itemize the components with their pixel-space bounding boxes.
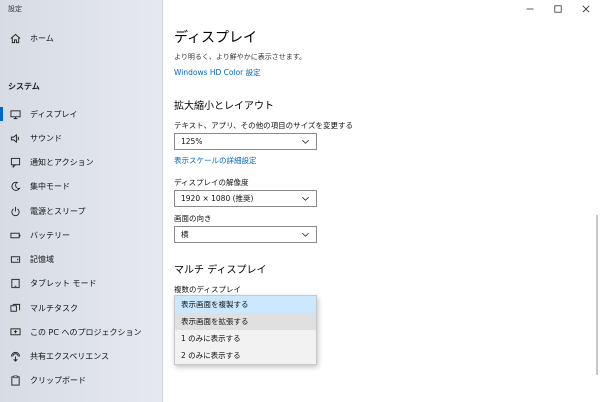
clipped-text — [174, 44, 464, 52]
orientation-label: 画面の向き — [174, 214, 212, 223]
maximize-icon — [554, 5, 562, 13]
multi-display-heading: マルチ ディスプレイ — [174, 265, 267, 276]
sidebar-item-label: 共有エクスペリエンス — [30, 351, 110, 361]
scale-dropdown[interactable]: 125% — [174, 133, 317, 150]
sidebar-item-label: タブレット モード — [30, 278, 97, 288]
sidebar-item-label: マルチタスク — [30, 303, 78, 313]
minimize-icon — [526, 8, 534, 10]
share-icon — [8, 349, 22, 363]
sidebar-item-projection[interactable]: この PC へのプロジェクション — [0, 321, 162, 343]
resolution-label: ディスプレイの解像度 — [174, 178, 249, 187]
home-icon — [8, 31, 22, 45]
sidebar-item-multitask[interactable]: マルチタスク — [0, 297, 162, 319]
sidebar-item-focus[interactable]: 集中モード — [0, 175, 162, 197]
main-content: ディスプレイ より明るく、より鮮やかに表示させます。 Windows HD Co… — [163, 0, 600, 402]
resolution-dropdown[interactable]: 1920 × 1080 (推奨) — [174, 190, 317, 207]
sidebar: 設定 ホーム システム ディスプレイ サウンド 通知とアクション 集中モード 電… — [0, 0, 163, 402]
orientation-dropdown[interactable]: 横 — [174, 226, 317, 243]
hdr-color-settings-link[interactable]: Windows HD Color 設定 — [174, 67, 261, 78]
battery-icon — [8, 228, 22, 242]
minimize-button[interactable] — [516, 0, 544, 18]
sidebar-item-label: サウンド — [30, 133, 62, 143]
sidebar-item-label: ディスプレイ — [30, 109, 78, 119]
notification-icon — [8, 155, 22, 169]
sidebar-item-label: 電源とスリープ — [30, 206, 86, 216]
chevron-down-icon — [302, 139, 309, 144]
monitor-icon — [8, 107, 22, 121]
sidebar-item-battery[interactable]: バッテリー — [0, 224, 162, 246]
sidebar-item-label: ホーム — [30, 33, 54, 43]
sidebar-item-sound[interactable]: サウンド — [0, 127, 162, 149]
sidebar-item-display[interactable]: ディスプレイ — [0, 103, 162, 125]
sidebar-item-clipboard[interactable]: クリップボード — [0, 369, 162, 391]
scale-layout-heading: 拡大縮小とレイアウト — [174, 101, 274, 112]
close-button[interactable] — [572, 0, 600, 18]
sidebar-item-label: 通知とアクション — [30, 157, 94, 167]
multi-display-label: 複数のディスプレイ — [174, 285, 241, 294]
storage-icon — [8, 252, 22, 266]
window-title: 設定 — [8, 5, 22, 13]
sidebar-item-label: クリップボード — [30, 375, 86, 385]
sidebar-item-notifications[interactable]: 通知とアクション — [0, 151, 162, 173]
scale-label: テキスト、アプリ、その他の項目のサイズを変更する — [174, 121, 353, 130]
sidebar-item-storage[interactable]: 記憶域 — [0, 248, 162, 270]
option-duplicate[interactable]: 表示画面を複製する — [175, 296, 316, 313]
clipboard-icon — [8, 373, 22, 387]
scale-dropdown-value: 125% — [181, 137, 203, 146]
hdr-description-text: より明るく、より鮮やかに表示させます。 — [174, 53, 307, 61]
sidebar-item-tablet[interactable]: タブレット モード — [0, 272, 162, 294]
window-controls — [516, 0, 600, 18]
close-icon — [582, 5, 590, 13]
power-icon — [8, 204, 22, 218]
sidebar-item-label: 記憶域 — [30, 254, 54, 264]
multi-display-dropdown-list: 表示画面を複製する 表示画面を拡張する 1 のみに表示する 2 のみに表示する — [174, 295, 317, 365]
maximize-button[interactable] — [544, 0, 572, 18]
chevron-down-icon — [302, 232, 309, 237]
option-extend[interactable]: 表示画面を拡張する — [175, 313, 316, 330]
tablet-icon — [8, 276, 22, 290]
advanced-scaling-link[interactable]: 表示スケールの詳細設定 — [174, 155, 257, 166]
sidebar-item-shared-experiences[interactable]: 共有エクスペリエンス — [0, 345, 162, 367]
chevron-down-icon — [302, 196, 309, 201]
speaker-icon — [8, 131, 22, 145]
option-only-1[interactable]: 1 のみに表示する — [175, 330, 316, 347]
sidebar-section-header: システム — [8, 82, 40, 91]
sidebar-item-label: バッテリー — [30, 230, 70, 240]
sidebar-item-label: この PC へのプロジェクション — [30, 327, 142, 337]
hdr-description: より明るく、より鮮やかに表示させます。 — [174, 44, 464, 63]
resolution-dropdown-value: 1920 × 1080 (推奨) — [181, 194, 254, 203]
active-indicator — [0, 107, 3, 121]
moon-icon — [8, 179, 22, 193]
sidebar-item-power[interactable]: 電源とスリープ — [0, 200, 162, 222]
option-only-2[interactable]: 2 のみに表示する — [175, 347, 316, 364]
scrollbar-thumb[interactable] — [596, 215, 598, 375]
sidebar-item-home[interactable]: ホーム — [0, 27, 162, 49]
orientation-dropdown-value: 横 — [181, 230, 189, 239]
multitask-icon — [8, 301, 22, 315]
sidebar-item-label: 集中モード — [30, 181, 70, 191]
projection-icon — [8, 325, 22, 339]
